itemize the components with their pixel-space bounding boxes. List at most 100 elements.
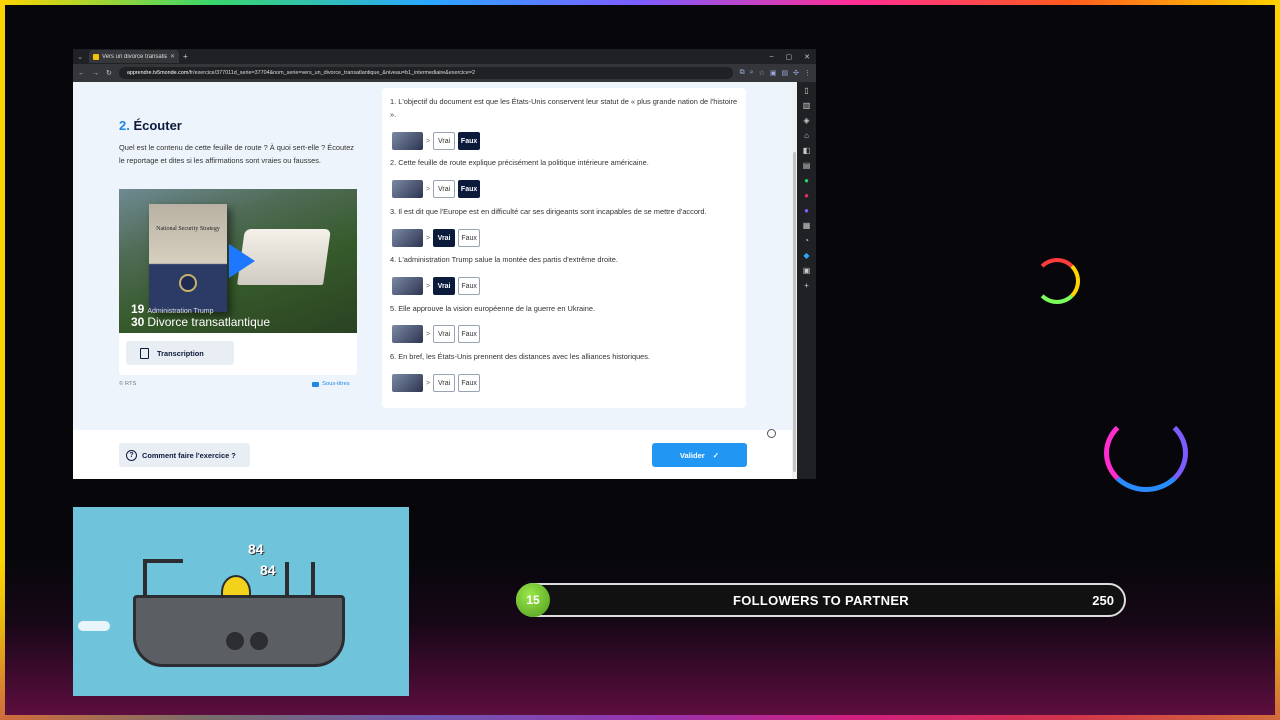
question-mark-icon: ?	[126, 449, 137, 461]
page-content: 2. Écouter Quel est le contenu de cette …	[73, 82, 797, 479]
minimize-icon[interactable]: –	[770, 53, 774, 61]
games-icon[interactable]: ◧	[803, 146, 811, 155]
subtitles-link[interactable]: Sous-titres	[312, 381, 350, 387]
extension-green-icon[interactable]: ▤	[782, 69, 789, 77]
document-cover-image: National Security Strategy	[149, 204, 227, 312]
notifications-icon[interactable]: ◔	[804, 236, 809, 245]
vpn-icon[interactable]: ◆	[803, 251, 809, 260]
section-title: 2. Écouter	[119, 118, 182, 133]
back-icon[interactable]: ←	[78, 70, 85, 77]
faux-option[interactable]: Faux	[458, 132, 481, 150]
exercise-footer: ? Comment faire l'exercice ? Valider ✓	[73, 430, 792, 479]
faux-option[interactable]: Faux	[458, 229, 481, 247]
question-thumbnail	[392, 229, 423, 247]
decor-ring-large	[1104, 414, 1188, 492]
decor-ring-small	[1034, 258, 1080, 304]
cloud	[78, 621, 110, 631]
cube-icon[interactable]: ◈	[803, 116, 809, 125]
question-thumbnail	[392, 132, 423, 150]
chevron-right-icon: >	[426, 282, 431, 290]
messenger-icon[interactable]: ●	[804, 206, 809, 215]
faux-option[interactable]: Faux	[458, 325, 481, 343]
damage-number: 84	[248, 541, 264, 557]
notes-icon[interactable]: ▤	[803, 161, 811, 170]
reload-icon[interactable]: ↻	[106, 69, 112, 77]
menu-icon[interactable]: ⋮	[804, 69, 811, 77]
vrai-option[interactable]: Vrai	[433, 374, 456, 392]
video-headline-number: 30	[131, 315, 145, 329]
address-bar-row: ← → ↻ apprendre.tv5monde.com/fr/exercice…	[73, 64, 816, 82]
reading-list-icon[interactable]: ▥	[803, 101, 811, 110]
wallet-icon[interactable]: ▣	[803, 266, 811, 275]
question-text: 5. Elle approuve la vision européenne de…	[390, 304, 596, 313]
airship	[133, 595, 345, 667]
followers-goal-label: FOLLOWERS TO PARTNER	[733, 593, 909, 608]
questions-panel: 1. L'objectif du document est que les Ét…	[382, 88, 746, 408]
porthole	[250, 632, 268, 650]
browser-tab[interactable]: Vers un divorce transatlantique ✕	[89, 50, 179, 63]
game-capture: 84 84	[73, 507, 409, 696]
add-panel-icon[interactable]: +	[804, 281, 809, 290]
site-favicon-icon	[93, 53, 99, 60]
submit-button[interactable]: Valider ✓	[652, 443, 747, 467]
porthole	[226, 632, 244, 650]
video-card: National Security Strategy 19 Administrat…	[119, 189, 357, 375]
vrai-option[interactable]: Vrai	[433, 132, 456, 150]
url-field[interactable]: apprendre.tv5monde.com/fr/exercice/37701…	[118, 67, 733, 79]
chevron-right-icon: >	[426, 137, 431, 145]
close-tab-icon[interactable]: ✕	[170, 53, 175, 60]
transcription-label: Transcription	[157, 348, 204, 358]
followers-goal-target: 250	[1092, 593, 1114, 608]
answer-row: > Vrai Faux	[392, 228, 483, 248]
answer-row: > Vrai Faux	[392, 179, 483, 199]
faux-option[interactable]: Faux	[458, 180, 481, 198]
translate-icon[interactable]: ⧉	[740, 69, 745, 77]
tab-search-icon[interactable]: ⌄	[73, 53, 87, 61]
close-window-icon[interactable]: ✕	[804, 53, 810, 61]
chevron-right-icon: >	[426, 379, 431, 387]
forward-icon[interactable]: →	[92, 70, 99, 77]
transcription-button[interactable]: Transcription	[126, 341, 234, 365]
whatsapp-icon[interactable]: ●	[804, 176, 809, 185]
vrai-option[interactable]: Vrai	[433, 180, 456, 198]
video-credit: © RTS	[119, 381, 137, 387]
vrai-option[interactable]: Vrai	[433, 277, 456, 295]
new-tab-icon[interactable]: +	[183, 52, 188, 61]
question-text: 6. En bref, les États-Unis prennent des …	[390, 352, 651, 361]
tab-title: Vers un divorce transatlantique	[102, 53, 167, 60]
video-kicker-text: Administration Trump	[147, 308, 214, 315]
url-host: apprendre.tv5monde.com	[126, 70, 189, 76]
subtitles-label: Sous-titres	[322, 381, 350, 387]
extensions-area: ⧉ ⌕ ☆ ▣ ▤ ✣ ⋮	[740, 69, 811, 77]
answer-row: > Vrai Faux	[392, 324, 483, 344]
vrai-option[interactable]: Vrai	[433, 325, 456, 343]
checkmark-icon: ✓	[712, 450, 720, 460]
faux-option[interactable]: Faux	[458, 374, 481, 392]
url-path: /fr/exercice/377011d_serie=37704&nom_ser…	[188, 70, 475, 76]
play-icon[interactable]	[229, 244, 255, 278]
followers-goal-bar: 15 FOLLOWERS TO PARTNER 250	[516, 583, 1126, 617]
stats-icon[interactable]: ▦	[803, 221, 811, 230]
shopping-icon[interactable]: ⌂	[804, 131, 809, 140]
extension-icon[interactable]: ▣	[770, 69, 777, 77]
bookmarks-icon[interactable]: ▯	[804, 86, 808, 95]
answer-row: > Vrai Faux	[392, 373, 483, 393]
vrai-option[interactable]: Vrai	[433, 229, 456, 247]
document-cover-title: National Security Strategy	[156, 226, 220, 232]
scrollbar-thumb[interactable]	[793, 152, 796, 472]
faux-option[interactable]: Faux	[458, 277, 481, 295]
bookmark-star-icon[interactable]: ☆	[759, 69, 765, 77]
help-button[interactable]: ? Comment faire l'exercice ?	[119, 443, 250, 467]
chevron-right-icon: >	[426, 234, 431, 242]
feedback-chat-icon[interactable]	[767, 429, 776, 438]
section-number: 2.	[119, 118, 130, 133]
treadmill	[143, 559, 183, 599]
zoom-icon[interactable]: ⌕	[750, 69, 754, 77]
tab-bar: ⌄ Vers un divorce transatlantique ✕ + – …	[73, 49, 816, 64]
video-headline: 30 Divorce transatlantique	[131, 315, 270, 329]
video-player[interactable]: National Security Strategy 19 Administrat…	[119, 189, 357, 333]
maximize-icon[interactable]: ▢	[786, 53, 793, 61]
submit-label: Valider	[679, 450, 705, 460]
instagram-icon[interactable]: ●	[804, 191, 809, 200]
extension-puzzle-icon[interactable]: ✣	[793, 69, 799, 77]
